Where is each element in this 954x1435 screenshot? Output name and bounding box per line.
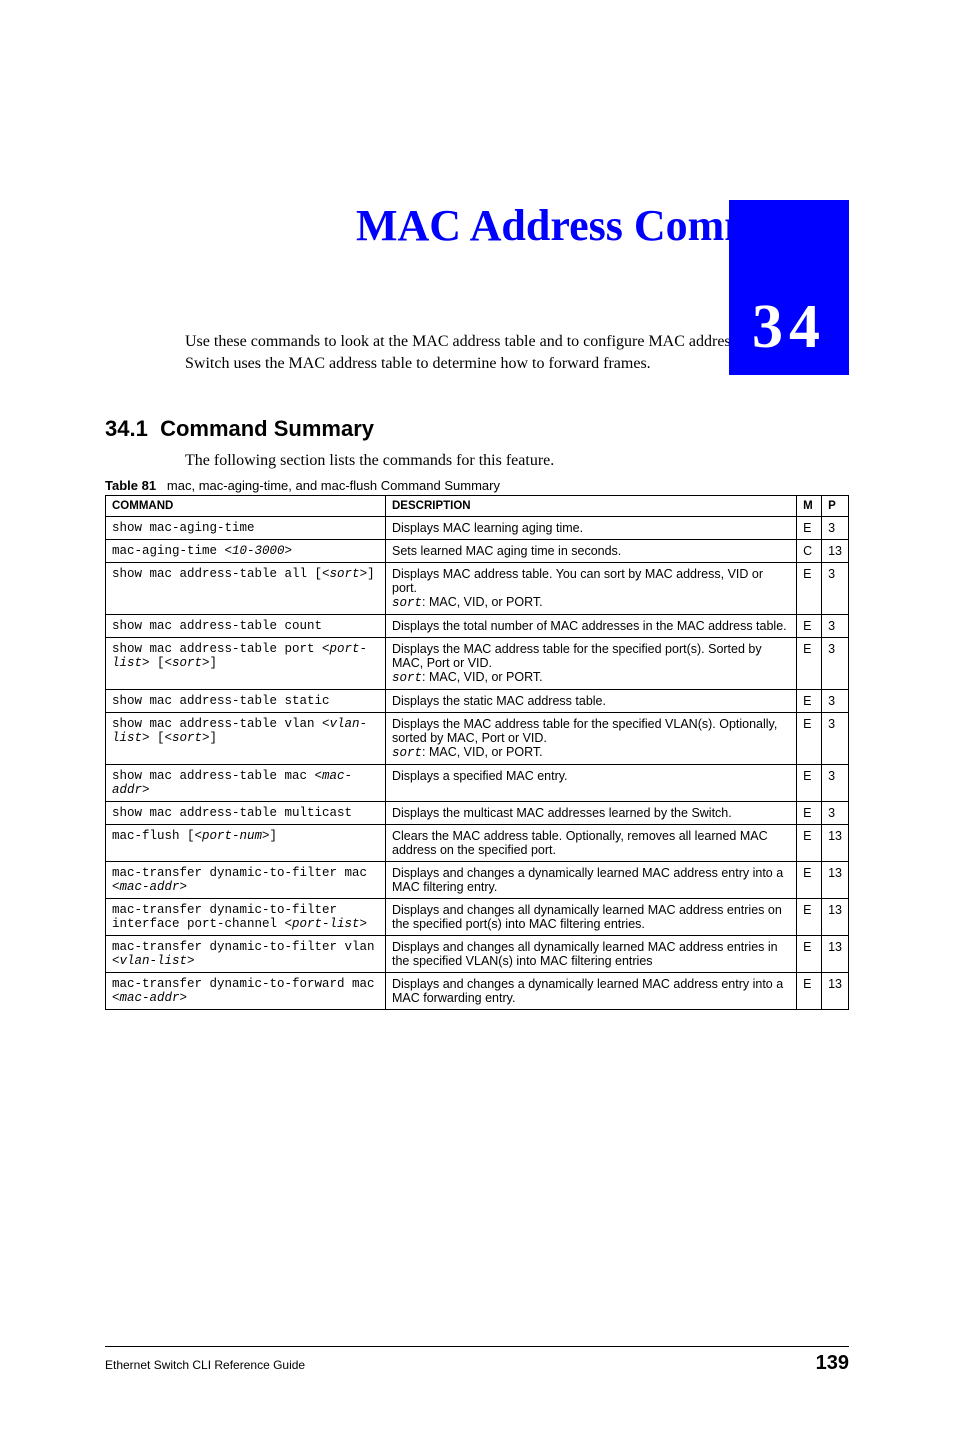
table-row: mac-transfer dynamic-to-filter mac <mac-… xyxy=(106,861,849,898)
cell-description: Displays and changes a dynamically learn… xyxy=(386,972,797,1009)
table-row: show mac address-table all [<sort>]Displ… xyxy=(106,562,849,614)
cell-description: Displays the MAC address table for the s… xyxy=(386,637,797,689)
cell-command: show mac address-table multicast xyxy=(106,801,386,824)
section-heading: 34.1 Command Summary xyxy=(105,416,849,442)
cell-p: 13 xyxy=(822,972,849,1009)
section-number: 34.1 xyxy=(105,416,148,441)
cell-m: E xyxy=(797,516,822,539)
cell-m: E xyxy=(797,861,822,898)
cell-command: show mac address-table all [<sort>] xyxy=(106,562,386,614)
cell-m: E xyxy=(797,898,822,935)
cell-p: 13 xyxy=(822,898,849,935)
cell-description: Displays and changes a dynamically learn… xyxy=(386,861,797,898)
cell-m: E xyxy=(797,689,822,712)
cell-command: show mac address-table count xyxy=(106,614,386,637)
cell-p: 3 xyxy=(822,562,849,614)
cell-p: 13 xyxy=(822,935,849,972)
table-row: mac-flush [<port-num>]Clears the MAC add… xyxy=(106,824,849,861)
cell-command: show mac-aging-time xyxy=(106,516,386,539)
cell-description: Displays the MAC address table for the s… xyxy=(386,712,797,764)
cell-m: E xyxy=(797,801,822,824)
cell-command: show mac address-table port <port-list> … xyxy=(106,637,386,689)
cell-p: 3 xyxy=(822,614,849,637)
table-row: mac-aging-time <10-3000>Sets learned MAC… xyxy=(106,539,849,562)
cell-p: 13 xyxy=(822,539,849,562)
table-caption-text: mac, mac-aging-time, and mac-flush Comma… xyxy=(167,478,500,493)
chapter-number-badge: 34 xyxy=(729,200,849,375)
table-row: show mac address-table staticDisplays th… xyxy=(106,689,849,712)
table-caption: Table 81 mac, mac-aging-time, and mac-fl… xyxy=(105,478,849,493)
table-row: mac-transfer dynamic-to-forward mac <mac… xyxy=(106,972,849,1009)
cell-command: mac-transfer dynamic-to-filter vlan <vla… xyxy=(106,935,386,972)
cell-m: E xyxy=(797,712,822,764)
th-p: P xyxy=(822,495,849,516)
cell-command: mac-transfer dynamic-to-filter interface… xyxy=(106,898,386,935)
section-title: Command Summary xyxy=(160,416,374,441)
table-row: show mac address-table mac <mac-addr>Dis… xyxy=(106,764,849,801)
cell-p: 13 xyxy=(822,824,849,861)
cell-description: Displays a specified MAC entry. xyxy=(386,764,797,801)
cell-m: E xyxy=(797,935,822,972)
table-caption-label: Table 81 xyxy=(105,478,156,493)
cell-description: Displays MAC learning aging time. xyxy=(386,516,797,539)
th-command: COMMAND xyxy=(106,495,386,516)
cell-m: C xyxy=(797,539,822,562)
page-footer: Ethernet Switch CLI Reference Guide 139 xyxy=(105,1352,849,1375)
cell-m: E xyxy=(797,637,822,689)
cell-m: E xyxy=(797,972,822,1009)
cell-command: mac-flush [<port-num>] xyxy=(106,824,386,861)
table-row: show mac address-table port <port-list> … xyxy=(106,637,849,689)
cell-m: E xyxy=(797,562,822,614)
cell-description: Displays and changes all dynamically lea… xyxy=(386,935,797,972)
cell-command: show mac address-table static xyxy=(106,689,386,712)
cell-m: E xyxy=(797,764,822,801)
cell-p: 3 xyxy=(822,689,849,712)
th-m: M xyxy=(797,495,822,516)
cell-p: 3 xyxy=(822,712,849,764)
cell-p: 3 xyxy=(822,764,849,801)
cell-p: 3 xyxy=(822,516,849,539)
cell-m: E xyxy=(797,824,822,861)
footer-book-title: Ethernet Switch CLI Reference Guide xyxy=(105,1358,305,1372)
cell-description: Displays the static MAC address table. xyxy=(386,689,797,712)
cell-description: Displays the total number of MAC address… xyxy=(386,614,797,637)
cell-command: show mac address-table vlan <vlan-list> … xyxy=(106,712,386,764)
cell-description: Displays the multicast MAC addresses lea… xyxy=(386,801,797,824)
cell-description: Sets learned MAC aging time in seconds. xyxy=(386,539,797,562)
table-row: mac-transfer dynamic-to-filter vlan <vla… xyxy=(106,935,849,972)
footer-rule xyxy=(105,1346,849,1347)
section-intro: The following section lists the commands… xyxy=(185,452,849,470)
table-row: show mac address-table multicastDisplays… xyxy=(106,801,849,824)
cell-command: mac-transfer dynamic-to-forward mac <mac… xyxy=(106,972,386,1009)
cell-description: Displays MAC address table. You can sort… xyxy=(386,562,797,614)
cell-m: E xyxy=(797,614,822,637)
th-description: DESCRIPTION xyxy=(386,495,797,516)
table-row: show mac address-table countDisplays the… xyxy=(106,614,849,637)
cell-p: 3 xyxy=(822,801,849,824)
table-row: show mac address-table vlan <vlan-list> … xyxy=(106,712,849,764)
cell-description: Displays and changes all dynamically lea… xyxy=(386,898,797,935)
cell-p: 3 xyxy=(822,637,849,689)
table-row: show mac-aging-timeDisplays MAC learning… xyxy=(106,516,849,539)
footer-page-number: 139 xyxy=(816,1352,849,1375)
cell-command: show mac address-table mac <mac-addr> xyxy=(106,764,386,801)
table-row: mac-transfer dynamic-to-filter interface… xyxy=(106,898,849,935)
table-header-row: COMMAND DESCRIPTION M P xyxy=(106,495,849,516)
cell-command: mac-transfer dynamic-to-filter mac <mac-… xyxy=(106,861,386,898)
command-summary-table: COMMAND DESCRIPTION M P show mac-aging-t… xyxy=(105,495,849,1010)
cell-p: 13 xyxy=(822,861,849,898)
cell-description: Clears the MAC address table. Optionally… xyxy=(386,824,797,861)
cell-command: mac-aging-time <10-3000> xyxy=(106,539,386,562)
